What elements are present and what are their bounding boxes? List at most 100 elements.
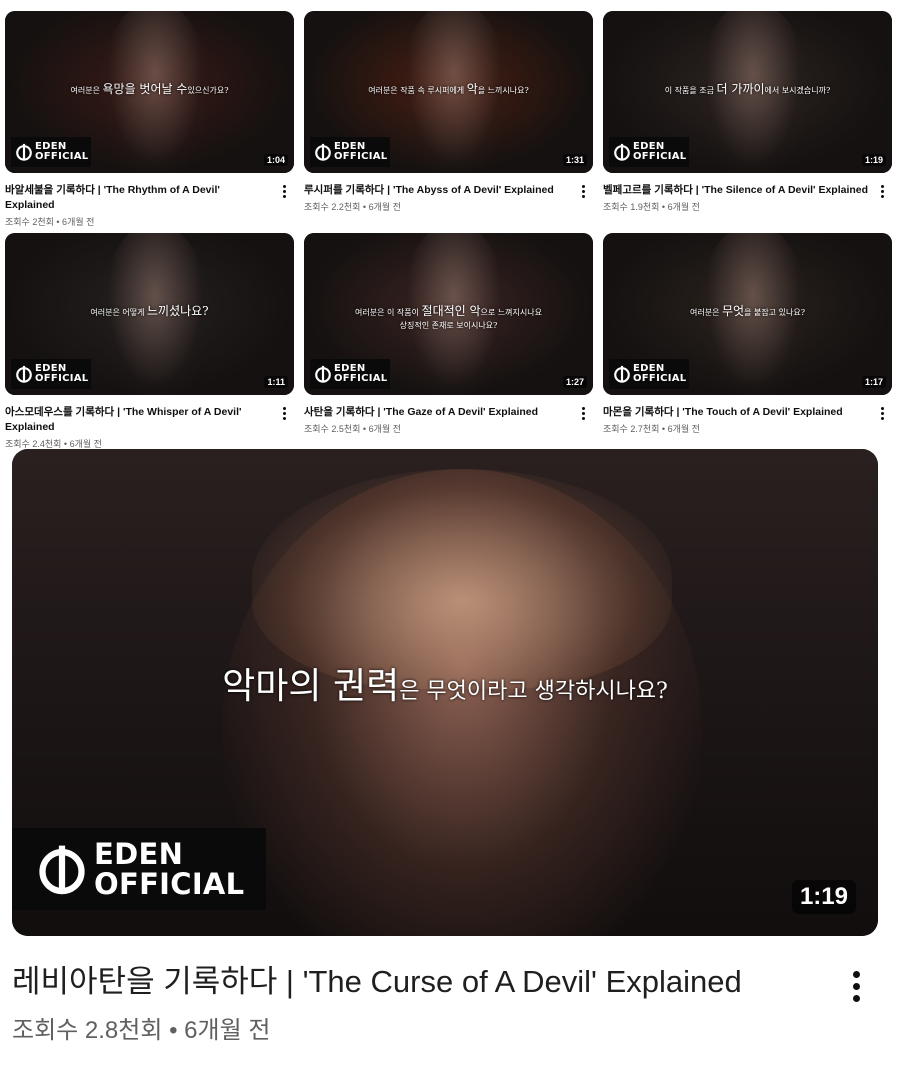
more-options-icon[interactable]	[278, 183, 290, 199]
logo-text: EDEN OFFICIAL	[334, 364, 387, 384]
video-thumbnail[interactable]: 여러분은 이 작품이 절대적인 악으로 느껴지시나요 상징적인 존재로 보이시나…	[304, 233, 593, 395]
caption-line2: 상징적인 존재로 보이시나요?	[399, 321, 498, 330]
eden-logo-icon	[16, 365, 32, 383]
logo-text-line2: OFFICIAL	[334, 373, 388, 384]
thumbnail-caption: 여러분은 이 작품이 절대적인 악으로 느껴지시나요 상징적인 존재로 보이시나…	[314, 305, 583, 332]
thumbnail-caption: 이 작품을 조금 더 가까이에서 보시겠습니까?	[613, 83, 882, 97]
caption-text: 은 무엇이라고 생각하시나요?	[399, 679, 668, 704]
caption-text: 으로 느껴지시나요	[480, 308, 542, 317]
video-meta: 마몬을 기록하다 | 'The Touch of A Devil' Explai…	[603, 405, 892, 435]
caption-text: 을 붙잡고 있나요?	[744, 308, 805, 317]
eden-official-logo: EDEN OFFICIAL	[609, 137, 689, 167]
logo-text: EDEN OFFICIAL	[94, 839, 244, 899]
featured-thumbnail[interactable]: 악마의 권력은 무엇이라고 생각하시나요? EDEN OFFICIAL 1:19	[12, 449, 878, 936]
duration-badge: 1:19	[791, 880, 856, 914]
video-stats: 조회수 2천회 • 6개월 전	[5, 217, 95, 227]
video-meta: 바알세불을 기록하다 | 'The Rhythm of A Devil' Exp…	[5, 183, 294, 228]
duration-badge: 1:19	[861, 154, 886, 166]
thumbnail-caption: 여러분은 어떻게 느끼셨나요?	[15, 305, 284, 319]
video-title[interactable]: 바알세불을 기록하다 | 'The Rhythm of A Devil' Exp…	[5, 183, 272, 213]
logo-text: EDEN OFFICIAL	[35, 142, 88, 162]
eden-logo-icon	[16, 143, 32, 161]
duration-badge: 1:11	[264, 376, 288, 388]
more-options-icon[interactable]	[844, 966, 868, 1006]
video-thumbnail[interactable]: 여러분은 욕망을 벗어날 수있으신가요? EDEN OFFICIAL 1:04	[5, 11, 294, 173]
video-stats: 조회수 2.8천회 • 6개월 전	[12, 1017, 271, 1044]
caption-emphasis: 악마의 권력	[222, 666, 400, 707]
video-meta: 사탄을 기록하다 | 'The Gaze of A Devil' Explain…	[304, 405, 593, 435]
featured-meta: 레비아탄을 기록하다 | 'The Curse of A Devil' Expl…	[12, 962, 878, 1045]
eden-official-logo: EDEN OFFICIAL	[11, 359, 91, 389]
eden-official-logo: EDEN OFFICIAL	[310, 137, 390, 167]
duration-badge: 1:04	[263, 154, 288, 166]
logo-text: EDEN OFFICIAL	[633, 364, 686, 384]
caption-emphasis: 절대적인 악	[421, 304, 481, 318]
caption-text: 여러분은 작품 속 루시퍼에게	[368, 86, 465, 95]
video-stats: 조회수 2.7천회 • 6개월 전	[603, 424, 700, 434]
thumbnail-caption: 여러분은 무엇을 붙잡고 있나요?	[613, 305, 882, 319]
more-options-icon[interactable]	[577, 183, 589, 199]
video-thumbnail[interactable]: 여러분은 작품 속 루시퍼에게 악을 느끼시나요? EDEN OFFICIAL …	[304, 11, 593, 173]
duration-badge: 1:27	[562, 376, 587, 388]
eden-official-logo: EDEN OFFICIAL	[12, 828, 266, 910]
logo-text-line2: OFFICIAL	[334, 151, 388, 162]
logo-text: EDEN OFFICIAL	[633, 142, 686, 162]
eden-logo-icon	[614, 365, 630, 383]
video-card[interactable]: 여러분은 욕망을 벗어날 수있으신가요? EDEN OFFICIAL 1:04 …	[5, 11, 294, 228]
video-stats: 조회수 1.9천회 • 6개월 전	[603, 202, 700, 212]
video-card[interactable]: 여러분은 어떻게 느끼셨나요? EDEN OFFICIAL 1:11 아스모데우…	[5, 233, 294, 450]
video-card[interactable]: 이 작품을 조금 더 가까이에서 보시겠습니까? EDEN OFFICIAL 1…	[603, 11, 892, 213]
video-title[interactable]: 루시퍼를 기록하다 | 'The Abyss of A Devil' Expla…	[304, 183, 571, 198]
video-title[interactable]: 벨페고르를 기록하다 | 'The Silence of A Devil' Ex…	[603, 183, 870, 198]
more-options-icon[interactable]	[278, 405, 290, 421]
video-meta: 아스모데우스를 기록하다 | 'The Whisper of A Devil' …	[5, 405, 294, 450]
eden-logo-icon	[315, 143, 331, 161]
thumbnail-caption: 여러분은 욕망을 벗어날 수있으신가요?	[15, 83, 284, 97]
video-title[interactable]: 레비아탄을 기록하다 | 'The Curse of A Devil' Expl…	[12, 962, 818, 1002]
logo-text: EDEN OFFICIAL	[334, 142, 387, 162]
video-title[interactable]: 마몬을 기록하다 | 'The Touch of A Devil' Explai…	[603, 405, 870, 420]
eden-official-logo: EDEN OFFICIAL	[11, 137, 91, 167]
video-card[interactable]: 여러분은 이 작품이 절대적인 악으로 느껴지시나요 상징적인 존재로 보이시나…	[304, 233, 593, 435]
thumbnail-caption: 여러분은 작품 속 루시퍼에게 악을 느끼시나요?	[314, 83, 583, 97]
video-meta: 벨페고르를 기록하다 | 'The Silence of A Devil' Ex…	[603, 183, 892, 213]
video-title[interactable]: 사탄을 기록하다 | 'The Gaze of A Devil' Explain…	[304, 405, 571, 420]
caption-emphasis: 악	[466, 82, 478, 96]
eden-official-logo: EDEN OFFICIAL	[609, 359, 689, 389]
caption-text: 여러분은 이 작품이	[355, 308, 419, 317]
logo-text: EDEN OFFICIAL	[35, 364, 88, 384]
logo-text-line2: OFFICIAL	[633, 373, 687, 384]
logo-text-line2: OFFICIAL	[35, 151, 89, 162]
video-card[interactable]: 여러분은 무엇을 붙잡고 있나요? EDEN OFFICIAL 1:17 마몬을…	[603, 233, 892, 435]
video-thumbnail[interactable]: 여러분은 무엇을 붙잡고 있나요? EDEN OFFICIAL 1:17	[603, 233, 892, 395]
caption-text: 있으신가요?	[187, 86, 229, 95]
duration-badge: 1:31	[562, 154, 587, 166]
video-stats: 조회수 2.2천회 • 6개월 전	[304, 202, 401, 212]
logo-text-line1: EDEN	[94, 837, 184, 871]
eden-logo-icon	[315, 365, 331, 383]
caption-emphasis: 무엇	[722, 304, 745, 318]
caption-text: 여러분은	[70, 86, 100, 95]
eden-logo-icon	[614, 143, 630, 161]
logo-text-line2: OFFICIAL	[633, 151, 687, 162]
video-thumbnail[interactable]: 여러분은 어떻게 느끼셨나요? EDEN OFFICIAL 1:11	[5, 233, 294, 395]
video-title[interactable]: 아스모데우스를 기록하다 | 'The Whisper of A Devil' …	[5, 405, 272, 435]
caption-emphasis: 느끼셨나요?	[146, 304, 209, 318]
caption-emphasis: 더 가까이	[716, 82, 765, 96]
logo-text-line2: OFFICIAL	[35, 373, 89, 384]
more-options-icon[interactable]	[577, 405, 589, 421]
featured-video-card[interactable]: 악마의 권력은 무엇이라고 생각하시나요? EDEN OFFICIAL 1:19…	[12, 449, 878, 1045]
caption-text: 여러분은	[690, 308, 720, 317]
more-options-icon[interactable]	[876, 183, 888, 199]
video-thumbnail[interactable]: 이 작품을 조금 더 가까이에서 보시겠습니까? EDEN OFFICIAL 1…	[603, 11, 892, 173]
video-card[interactable]: 여러분은 작품 속 루시퍼에게 악을 느끼시나요? EDEN OFFICIAL …	[304, 11, 593, 213]
video-stats: 조회수 2.5천회 • 6개월 전	[304, 424, 401, 434]
thumbnail-caption: 악마의 권력은 무엇이라고 생각하시나요?	[52, 669, 838, 708]
caption-text: 이 작품을 조금	[664, 86, 714, 95]
duration-badge: 1:17	[861, 376, 886, 388]
eden-official-logo: EDEN OFFICIAL	[310, 359, 390, 389]
caption-emphasis: 욕망을 벗어날 수	[102, 82, 188, 96]
caption-text: 을 느끼시나요?	[477, 86, 529, 95]
more-options-icon[interactable]	[876, 405, 888, 421]
caption-text: 에서 보시겠습니까?	[764, 86, 831, 95]
